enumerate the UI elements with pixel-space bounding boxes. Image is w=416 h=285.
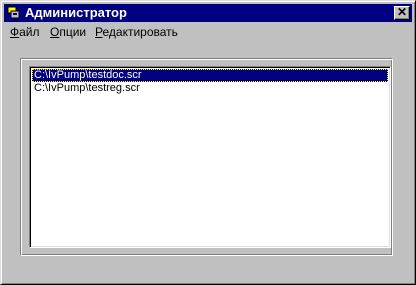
menu-bar: Файл Опции Редактировать [4,23,412,41]
app-icon [7,6,21,20]
menu-file[interactable]: Файл [10,23,40,41]
main-window: Администратор ✕ Файл Опции Редактировать… [0,0,416,285]
menu-options-hotkey: О [50,25,60,39]
menu-edit-label: едактировать [102,25,178,39]
menu-edit[interactable]: Редактировать [95,23,178,41]
title-bar[interactable]: Администратор ✕ [4,4,412,22]
menu-file-hotkey: Ф [10,25,20,39]
close-icon: ✕ [396,5,408,19]
menu-options[interactable]: Опции [50,23,86,41]
close-button[interactable]: ✕ [394,6,410,20]
list-item[interactable]: C:\IvPump\testdoc.scr [32,69,388,82]
window-title: Администратор [25,5,127,20]
list-item[interactable]: C:\IvPump\testreg.scr [32,82,388,95]
menu-options-label: пции [59,25,87,39]
menu-file-label: айл [19,25,40,39]
script-listbox[interactable]: C:\IvPump\testdoc.scr C:\IvPump\testreg.… [29,66,391,248]
